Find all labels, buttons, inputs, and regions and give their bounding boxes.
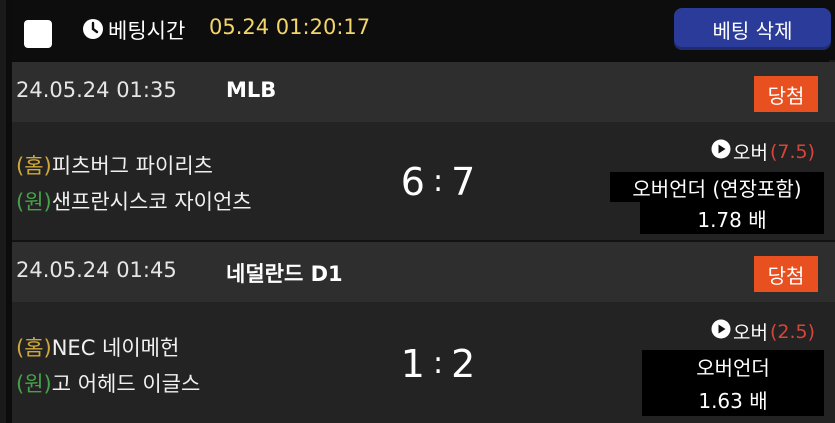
odds: 1.63 배 [642,382,824,416]
game-body: (홈)피츠버그 파이리츠 (원)샌프란시스코 자이언츠 6:7 오버 (7.5)… [12,122,835,240]
away-tag: (원) [16,190,52,214]
score-away: 2 [451,342,478,386]
pick-label: 오버 [732,322,768,344]
score-home: 1 [400,342,427,386]
home-team: (홈)피츠버그 파이리츠 [16,150,213,180]
play-circle-icon [711,139,731,164]
game-league: 네덜란드 D1 [226,262,343,286]
game-header: 24.05.24 01:35 MLB 당첨 [12,62,835,122]
home-tag: (홈) [16,336,52,360]
delete-bet-button[interactable]: 베팅 삭제 [674,8,831,50]
select-checkbox[interactable] [24,20,52,48]
score: 1:2 [400,342,478,386]
away-tag: (원) [16,372,52,396]
home-tag: (홈) [16,154,52,178]
play-circle-icon [711,319,731,344]
market-type: 오버언더 (연장포함) [610,172,824,202]
market-type: 오버언더 [642,350,824,382]
away-team: (원)샌프란시스코 자이언츠 [16,186,252,216]
result-badge: 당첨 [754,76,818,112]
result-badge: 당첨 [754,256,818,292]
bet-time-value: 05.24 01:20:17 [209,15,371,39]
pick: 오버 (2.5) [711,318,815,345]
score-away: 7 [451,160,478,204]
game-header: 24.05.24 01:45 네덜란드 D1 당첨 [12,242,835,302]
game-date: 24.05.24 01:45 [16,258,177,282]
pick: 오버 (7.5) [711,138,815,165]
home-team-name: NEC 네이메헌 [51,336,180,360]
away-team-name: 샌프란시스코 자이언츠 [51,190,252,214]
game-league: MLB [226,78,277,102]
odds: 1.78 배 [640,202,824,234]
away-team: (원)고 어헤드 이글스 [16,368,200,398]
pick-value: (7.5) [769,140,815,163]
pick-label: 오버 [732,142,768,164]
bet-time-label: 베팅시간 [108,19,186,43]
game-body: (홈)NEC 네이메헌 (원)고 어헤드 이글스 1:2 오버 (2.5) 오버… [12,302,835,423]
pick-value: (2.5) [769,320,815,343]
bet-slip-header: 베팅시간 05.24 01:20:17 베팅 삭제 [12,0,835,60]
score-home: 6 [400,160,427,204]
bet-slip: 베팅시간 05.24 01:20:17 베팅 삭제 24.05.24 01:35… [0,0,835,423]
away-team-name: 고 어헤드 이글스 [51,372,201,396]
home-team: (홈)NEC 네이메헌 [16,332,179,362]
game-date: 24.05.24 01:35 [16,78,177,102]
score: 6:7 [400,160,478,204]
home-team-name: 피츠버그 파이리츠 [51,154,213,178]
clock-icon [82,18,104,44]
